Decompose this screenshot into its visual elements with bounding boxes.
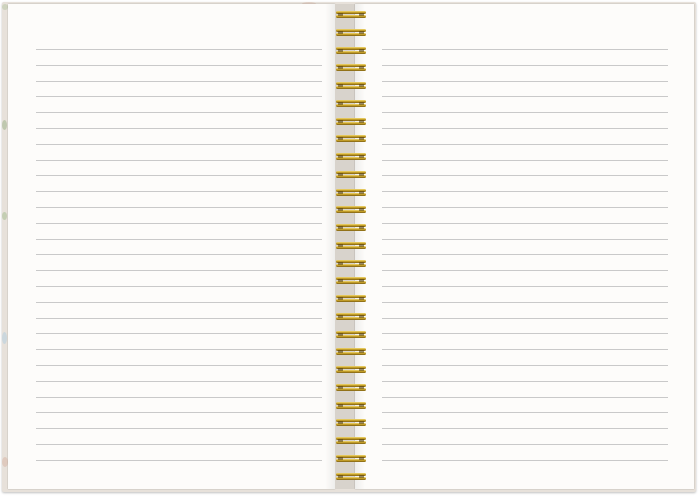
- ruled-line: [36, 365, 322, 366]
- spiral-ring: [335, 223, 367, 232]
- page-gutter-shadow: [325, 4, 335, 489]
- spiral-ring: [335, 401, 367, 410]
- left-page: [8, 4, 335, 489]
- ruled-line: [382, 96, 668, 98]
- ruled-line: [382, 222, 668, 224]
- ruled-line: [382, 428, 668, 430]
- ruled-line: [382, 128, 668, 129]
- ruled-line: [382, 191, 668, 193]
- ruled-line: [382, 396, 668, 398]
- spiral-ring: [335, 117, 367, 126]
- ruled-line: [36, 207, 322, 208]
- ruled-line: [382, 238, 668, 240]
- ruled-line: [382, 159, 668, 161]
- ruled-line: [36, 286, 322, 287]
- spiral-ring: [335, 418, 367, 427]
- spiral-ring: [335, 134, 367, 143]
- spiral-ring: [335, 383, 367, 392]
- ruled-line: [36, 459, 322, 461]
- ruled-line: [36, 333, 322, 335]
- ruled-line: [36, 64, 322, 66]
- spiral-ring: [335, 365, 367, 374]
- spiral-ring: [335, 205, 367, 214]
- spiral-ring: [335, 170, 367, 179]
- ruled-line: [36, 380, 322, 382]
- ruled-line: [382, 80, 668, 82]
- spiral-ring: [335, 152, 367, 161]
- ruled-line: [382, 380, 668, 382]
- spiral-ring: [335, 312, 367, 321]
- ruled-line: [36, 317, 322, 319]
- spiral-ring: [335, 276, 367, 285]
- ruled-line: [382, 412, 668, 414]
- ruled-line: [36, 254, 322, 256]
- spiral-ring: [335, 28, 367, 37]
- ruled-line: [382, 333, 668, 335]
- spiral-ring: [335, 259, 367, 268]
- cover-floral-detail: [2, 332, 7, 344]
- ruled-line: [36, 191, 322, 193]
- ruled-line: [36, 349, 322, 351]
- spiral-ring: [335, 63, 367, 72]
- ruled-line: [36, 270, 322, 272]
- spiral-ring: [335, 436, 367, 445]
- ruled-line: [36, 128, 322, 129]
- spiral-ring: [335, 472, 367, 481]
- notebook-photo: [0, 0, 700, 496]
- ruled-line: [36, 412, 322, 414]
- ruled-line: [382, 49, 668, 50]
- ruled-line: [382, 112, 668, 114]
- ruled-line: [382, 270, 668, 272]
- ruled-line: [382, 459, 668, 461]
- spiral-ring: [335, 188, 367, 197]
- ruled-line: [36, 222, 322, 224]
- ruled-line: [36, 80, 322, 82]
- spiral-ring: [335, 330, 367, 339]
- ruled-line: [36, 428, 322, 430]
- ruled-line: [382, 254, 668, 256]
- ruled-line: [36, 301, 322, 303]
- ruled-line: [382, 301, 668, 303]
- ruled-line: [36, 175, 322, 177]
- spiral-ring: [335, 454, 367, 463]
- ruled-line: [36, 143, 322, 145]
- spiral-ring: [335, 347, 367, 356]
- ruled-line: [382, 64, 668, 66]
- ruled-line: [36, 396, 322, 398]
- ruled-line: [382, 175, 668, 177]
- ruled-line: [382, 143, 668, 145]
- ruled-line: [36, 444, 322, 445]
- spiral-ring: [335, 46, 367, 55]
- ruled-line: [382, 349, 668, 351]
- spiral-ring: [335, 99, 367, 108]
- spiral-ring: [335, 81, 367, 90]
- ruled-line: [382, 365, 668, 366]
- right-page: [355, 4, 694, 489]
- ruled-line: [36, 159, 322, 161]
- cover-floral-detail: [2, 212, 7, 220]
- ruled-line: [382, 286, 668, 287]
- spiral-ring: [335, 294, 367, 303]
- ruled-line: [36, 49, 322, 50]
- ruled-line: [382, 444, 668, 445]
- spiral-ring: [335, 10, 367, 19]
- ruled-line: [36, 238, 322, 240]
- ruled-line: [36, 96, 322, 98]
- ruled-line: [382, 317, 668, 319]
- ruled-line: [382, 207, 668, 208]
- ruled-line: [36, 112, 322, 114]
- cover-floral-detail: [2, 120, 7, 130]
- spiral-ring: [335, 241, 367, 250]
